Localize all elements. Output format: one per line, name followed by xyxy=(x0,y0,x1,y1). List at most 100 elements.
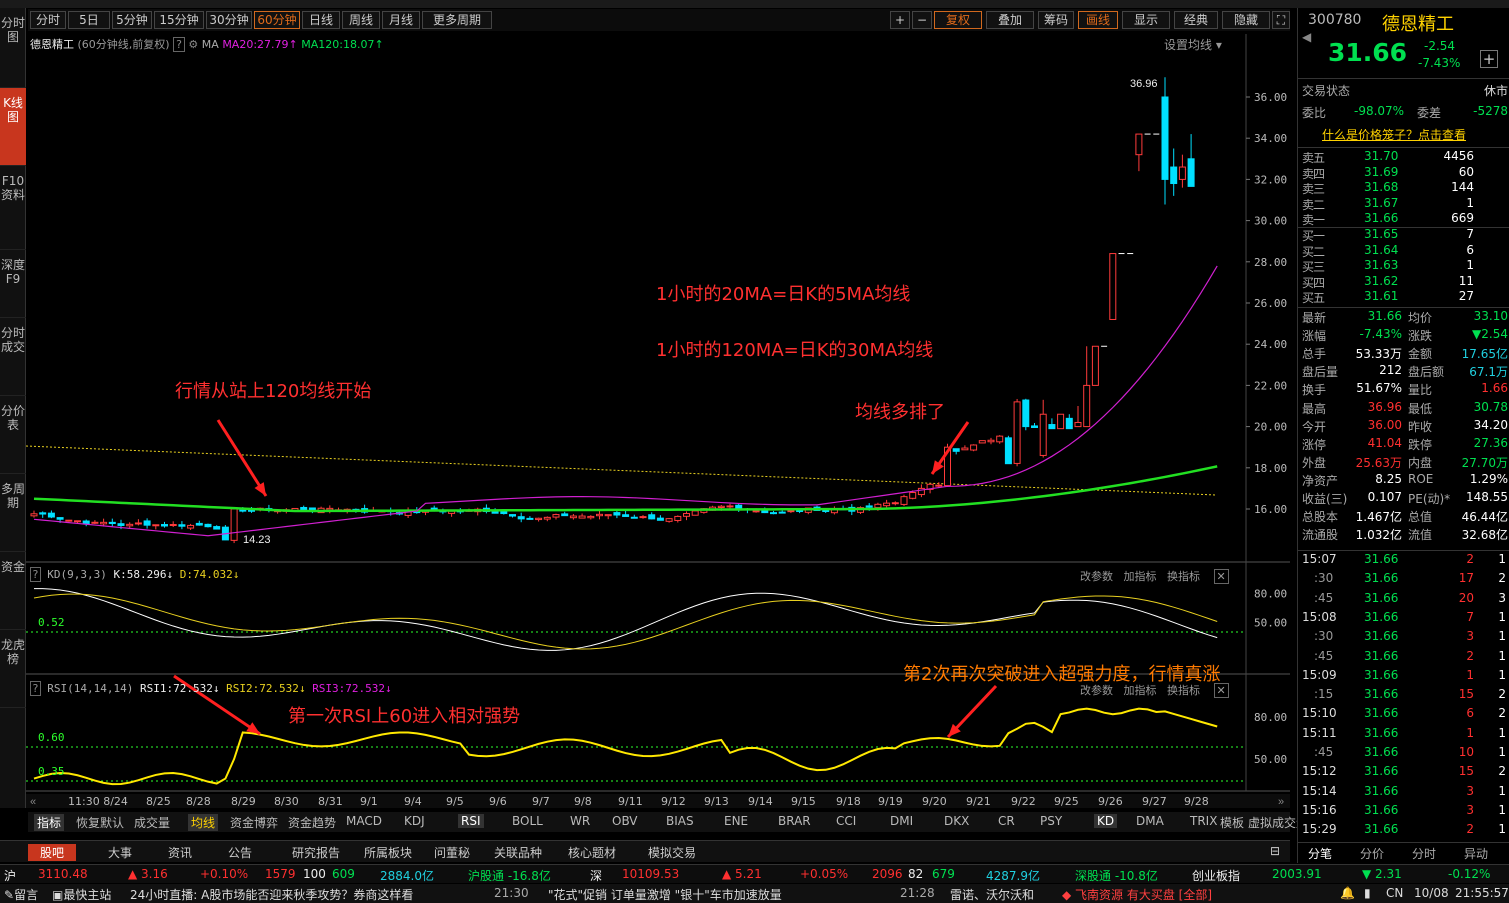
indicator-tab-16[interactable]: DMI xyxy=(890,814,913,828)
toolbar-5[interactable]: 经典 xyxy=(1174,11,1218,29)
bids-row[interactable]: 买四 31.62 11 xyxy=(1302,274,1508,290)
hgt-flow[interactable]: 沪股通 -16.8亿 xyxy=(468,867,551,884)
zoom-out-icon[interactable]: − xyxy=(912,11,932,29)
toolbar-3[interactable]: 画线 xyxy=(1078,11,1118,29)
asks-row[interactable]: 卖五 31.70 4456 xyxy=(1302,149,1508,165)
indicator-tab-0[interactable]: 指标 xyxy=(34,814,65,831)
indicator-tab-4[interactable]: 资金博弈 xyxy=(230,814,278,831)
indicator-tab-20[interactable]: KD xyxy=(1094,814,1118,828)
info-tab-3[interactable]: 公告 xyxy=(228,844,252,861)
scroll-left-icon[interactable]: « xyxy=(30,796,36,808)
asks-row[interactable]: 卖二 31.67 1 xyxy=(1302,196,1508,212)
bids-row[interactable]: 买二 31.64 6 xyxy=(1302,243,1508,259)
info-tab-1[interactable]: 大事 xyxy=(108,844,132,861)
info-tab-6[interactable]: 问董秘 xyxy=(434,844,470,861)
left-nav-item-3[interactable]: 深度F9 xyxy=(0,250,26,318)
kd-add-indicator-button[interactable]: 加指标 xyxy=(1124,570,1157,583)
chevron-left-icon[interactable]: ◀ xyxy=(1302,30,1311,44)
indicator-tab-25[interactable]: 模板 xyxy=(1220,814,1244,831)
scroll-right-icon[interactable]: » xyxy=(1278,796,1284,808)
bids-row[interactable]: 买一 31.65 7 xyxy=(1302,227,1508,243)
info-tab-2[interactable]: 资讯 xyxy=(168,844,192,861)
news-headline-2[interactable]: "花式"促销 订单量激增 "银十"车市加速放量 xyxy=(548,886,782,903)
asks-row[interactable]: 卖三 31.68 144 xyxy=(1302,180,1508,196)
expand-icon[interactable]: ⊟ xyxy=(1270,844,1280,858)
indicator-tab-1[interactable]: 恢复默认 xyxy=(76,814,124,831)
zoom-in-icon[interactable]: + xyxy=(890,11,910,29)
indicator-tab-13[interactable]: ENE xyxy=(724,814,748,828)
kd-switch-indicator-button[interactable]: 换指标 xyxy=(1167,570,1200,583)
period-tab-2[interactable]: 5分钟 xyxy=(112,11,152,29)
info-tab-8[interactable]: 核心题材 xyxy=(568,844,616,861)
period-tab-0[interactable]: 分时 xyxy=(30,11,66,29)
period-tab-5[interactable]: 60分钟 xyxy=(254,11,300,29)
add-watchlist-icon[interactable]: + xyxy=(1480,50,1498,68)
indicator-tab-8[interactable]: RSI xyxy=(458,814,484,828)
period-tab-4[interactable]: 30分钟 xyxy=(206,11,252,29)
indicator-tab-6[interactable]: MACD xyxy=(346,814,382,828)
toolbar-4[interactable]: 显示 xyxy=(1122,11,1170,29)
bell-icon[interactable]: 🔔 xyxy=(1340,886,1355,900)
quote-tab-3[interactable]: 异动 xyxy=(1464,845,1488,862)
indicator-tab-15[interactable]: CCI xyxy=(836,814,856,828)
toolbar-2[interactable]: 筹码 xyxy=(1038,11,1074,29)
asks-row[interactable]: 卖四 31.69 60 xyxy=(1302,165,1508,181)
left-nav-item-7[interactable]: 资金 xyxy=(0,552,26,630)
period-tab-7[interactable]: 周线 xyxy=(342,11,380,29)
indicator-tab-3[interactable]: 均线 xyxy=(188,814,219,831)
indicator-tab-12[interactable]: BIAS xyxy=(666,814,694,828)
news-alert[interactable]: ◆ 飞南资源 有大买盘 [全部] xyxy=(1062,886,1212,903)
message-link[interactable]: ✎留言 xyxy=(4,886,38,903)
toolbar-1[interactable]: 叠加 xyxy=(986,11,1034,29)
sz-index[interactable]: 10109.53 xyxy=(622,867,679,881)
period-tab-9[interactable]: 更多周期 xyxy=(422,11,492,29)
toolbar-6[interactable]: 隐藏 xyxy=(1222,11,1270,29)
news-headline-3[interactable]: 雷诺、沃尔沃和 xyxy=(950,886,1034,903)
info-tab-0[interactable]: 股吧 xyxy=(28,844,77,861)
period-tab-1[interactable]: 5日 xyxy=(68,11,110,29)
left-nav-item-1[interactable]: K线图 xyxy=(0,88,26,166)
sh-index[interactable]: 3110.48 xyxy=(38,867,88,881)
indicator-tab-10[interactable]: WR xyxy=(570,814,590,828)
indicator-tab-17[interactable]: DKX xyxy=(944,814,969,828)
left-nav-item-2[interactable]: F10资料 xyxy=(0,166,26,250)
info-tab-4[interactable]: 研究报告 xyxy=(292,844,340,861)
left-nav-item-0[interactable]: 分时图 xyxy=(0,8,26,88)
info-tab-9[interactable]: 模拟交易 xyxy=(648,844,696,861)
collapse-icon[interactable]: ? xyxy=(30,567,41,582)
price-cage-link[interactable]: 什么是价格笼子？点击查看 xyxy=(1322,126,1466,143)
indicator-tab-11[interactable]: OBV xyxy=(612,814,638,828)
bids-row[interactable]: 买五 31.61 27 xyxy=(1302,289,1508,305)
quote-tab-1[interactable]: 分价 xyxy=(1360,845,1384,862)
asks-row[interactable]: 卖一 31.66 669 xyxy=(1302,211,1508,227)
indicator-tab-2[interactable]: 成交量 xyxy=(134,814,170,831)
indicator-tab-21[interactable]: DMA xyxy=(1136,814,1164,828)
period-tab-3[interactable]: 15分钟 xyxy=(154,11,204,29)
period-tab-6[interactable]: 日线 xyxy=(302,11,340,29)
left-nav-item-5[interactable]: 分价表 xyxy=(0,396,26,474)
quote-tab-0[interactable]: 分笔 xyxy=(1308,845,1332,862)
info-tab-5[interactable]: 所属板块 xyxy=(364,844,412,861)
sgt-flow[interactable]: 深股通 -10.8亿 xyxy=(1075,867,1158,884)
indicator-tab-9[interactable]: BOLL xyxy=(512,814,543,828)
cyb-index[interactable]: 2003.91 xyxy=(1272,867,1322,881)
period-tab-8[interactable]: 月线 xyxy=(382,11,420,29)
kd-edit-params-button[interactable]: 改参数 xyxy=(1080,570,1113,583)
quote-tab-2[interactable]: 分时 xyxy=(1412,845,1436,862)
indicator-tab-14[interactable]: BRAR xyxy=(778,814,811,828)
indicator-tab-18[interactable]: CR xyxy=(998,814,1015,828)
indicator-tab-22[interactable]: TRIX xyxy=(1190,814,1217,828)
bids-row[interactable]: 买三 31.63 1 xyxy=(1302,258,1508,274)
news-headline-1[interactable]: 24小时直播: A股市场能否迎来秋季攻势？券商这样看 xyxy=(130,886,413,903)
toolbar-0[interactable]: 复权 xyxy=(934,11,982,29)
left-nav-item-8[interactable]: 龙虎榜 xyxy=(0,630,26,708)
close-icon[interactable]: ✕ xyxy=(1213,569,1229,584)
left-nav-item-4[interactable]: 分时成交 xyxy=(0,318,26,396)
fullscreen-icon[interactable]: ⛶ xyxy=(1272,11,1290,29)
info-tab-7[interactable]: 关联品种 xyxy=(494,844,542,861)
indicator-tab-19[interactable]: PSY xyxy=(1040,814,1062,828)
indicator-tab-7[interactable]: KDJ xyxy=(404,814,425,828)
fastest-server-link[interactable]: ▣最快主站 xyxy=(52,886,111,903)
indicator-tab-5[interactable]: 资金趋势 xyxy=(288,814,336,831)
left-nav-item-6[interactable]: 多周期 xyxy=(0,474,26,552)
